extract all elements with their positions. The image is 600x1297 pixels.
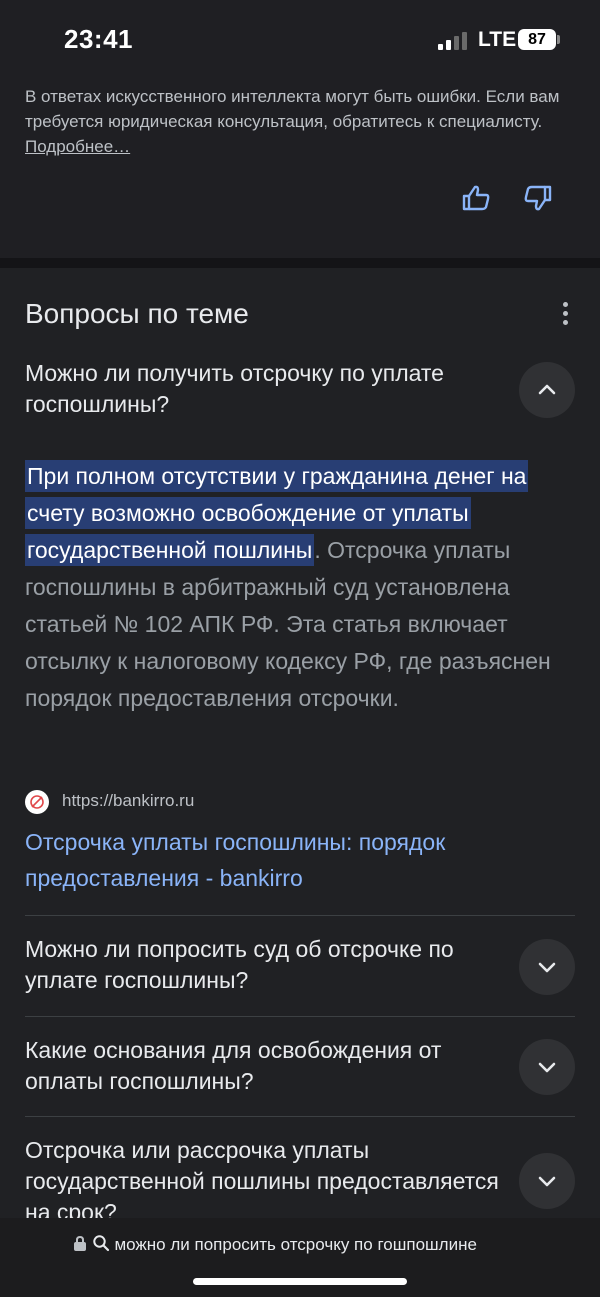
answer-text: При полном отсутствии у гражданина денег…: [25, 458, 570, 717]
expand-button[interactable]: [519, 1153, 575, 1209]
status-time: 23:41: [64, 24, 133, 54]
network-type: LTE: [478, 28, 517, 51]
search-icon: [92, 1234, 110, 1257]
disclaimer-body: В ответах искусственного интеллекта могу…: [25, 87, 560, 131]
address-query: можно ли попросить отсрочку по гошпошлин…: [114, 1234, 477, 1254]
section-title: Вопросы по теме: [25, 298, 249, 329]
divider: [25, 915, 575, 916]
lock-icon: [73, 1235, 87, 1256]
address-field[interactable]: можно ли попросить отсрочку по гошпошлин…: [73, 1234, 533, 1264]
expand-button[interactable]: [519, 939, 575, 995]
question-item[interactable]: Можно ли попросить суд об отсрочке по уп…: [25, 934, 505, 996]
browser-address-bar: можно ли попросить отсрочку по гошпошлин…: [0, 1218, 600, 1297]
disclaimer-text: В ответах искусственного интеллекта могу…: [25, 84, 577, 159]
thumbs-down-icon[interactable]: [522, 182, 554, 214]
source-url: https://bankirro.ru: [62, 791, 195, 810]
divider: [25, 1116, 575, 1117]
chevron-down-icon: [538, 962, 556, 973]
learn-more-link[interactable]: Подробнее…: [25, 137, 130, 156]
chevron-up-icon: [538, 384, 556, 395]
chevron-down-icon: [538, 1062, 556, 1073]
source-link[interactable]: Отсрочка уплаты госпошлины: порядок пред…: [25, 824, 545, 896]
more-vert-icon[interactable]: [558, 302, 574, 326]
battery-icon: 87: [518, 29, 556, 50]
battery-tip: [557, 35, 560, 44]
section-separator: [0, 258, 600, 268]
question-expanded[interactable]: Можно ли получить отсрочку по уплате гос…: [25, 358, 505, 420]
chevron-down-icon: [538, 1176, 556, 1187]
divider: [25, 1016, 575, 1017]
thumbs-up-icon[interactable]: [460, 182, 492, 214]
question-item[interactable]: Какие основания для освобождения от опла…: [25, 1035, 505, 1097]
home-indicator: [193, 1278, 407, 1285]
signal-icon: [438, 32, 470, 50]
status-bar: 23:41 LTE 87: [0, 0, 600, 80]
source-favicon: [25, 790, 49, 814]
question-item[interactable]: Отсрочка или рассрочка уплаты государств…: [25, 1135, 505, 1218]
expand-button[interactable]: [519, 1039, 575, 1095]
source-row[interactable]: https://bankirro.ru: [25, 788, 575, 818]
related-questions: Вопросы по теме Можно ли получить отсроч…: [0, 268, 600, 1218]
collapse-button[interactable]: [519, 362, 575, 418]
ai-disclaimer: В ответах искусственного интеллекта могу…: [0, 80, 600, 258]
